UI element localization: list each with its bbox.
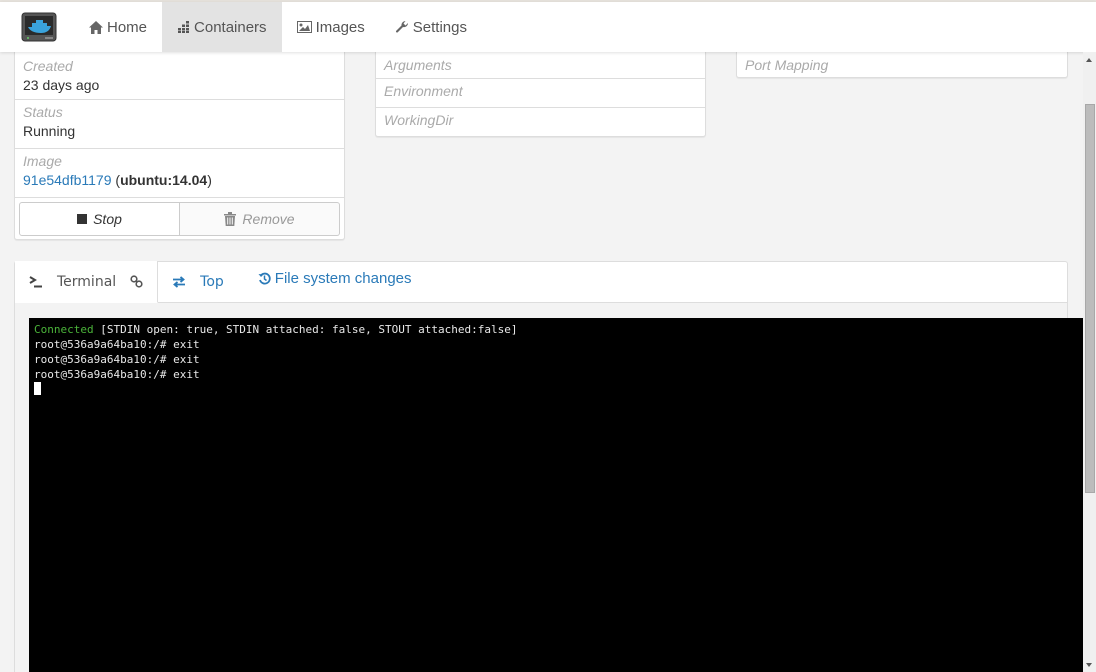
action-buttons: Stop Remove xyxy=(15,198,344,240)
image-row: Image 91e54dfb1179 (ubuntu:14.04) xyxy=(15,149,344,198)
containers-icon xyxy=(177,21,190,33)
remove-button[interactable]: Remove xyxy=(180,202,340,236)
nav-settings[interactable]: Settings xyxy=(380,2,482,52)
terminal-icon xyxy=(29,275,43,288)
workingdir-label: WorkingDir xyxy=(384,112,454,128)
stop-icon xyxy=(77,214,88,224)
scroll-up-arrow-icon[interactable] xyxy=(1086,58,1092,62)
environment-row: Environment xyxy=(376,79,705,108)
nav-settings-label: Settings xyxy=(412,18,467,36)
status-label: Status xyxy=(23,104,63,120)
tab-top-label: Top xyxy=(200,273,224,290)
nav-images[interactable]: Images xyxy=(282,2,380,52)
image-icon xyxy=(296,21,312,33)
home-icon xyxy=(89,20,103,34)
nav-home-label: Home xyxy=(107,18,148,36)
terminal-status-line: [STDIN open: true, STDIN attached: false… xyxy=(93,323,518,336)
terminal-console[interactable]: Connected [STDIN open: true, STDIN attac… xyxy=(29,318,1083,672)
nav-containers-label: Containers xyxy=(194,18,267,36)
exchange-icon xyxy=(172,275,186,288)
environment-label: Environment xyxy=(384,83,463,99)
image-paren-close: ) xyxy=(207,172,212,188)
tab-terminal-label: Terminal xyxy=(57,273,117,290)
tab-file-system-changes[interactable]: File system changes xyxy=(238,261,432,302)
created-value: 23 days ago xyxy=(23,77,100,93)
nav-home[interactable]: Home xyxy=(74,2,162,52)
workingdir-row: WorkingDir xyxy=(376,108,705,136)
arguments-label: Arguments xyxy=(384,57,452,73)
nav-containers[interactable]: Containers xyxy=(162,2,282,52)
terminal-line: root@536a9a64ba10:/# exit xyxy=(34,338,200,351)
image-tag: ubuntu:14.04 xyxy=(120,172,208,188)
wrench-icon xyxy=(395,20,409,34)
tab-file-system-changes-label: File system changes xyxy=(274,270,412,287)
docker-monitor-logo[interactable] xyxy=(8,2,70,52)
history-icon xyxy=(258,272,271,285)
terminal-line: root@536a9a64ba10:/# exit xyxy=(34,353,200,366)
scrollbar-thumb[interactable] xyxy=(1085,104,1095,493)
scroll-down-arrow-icon[interactable] xyxy=(1086,663,1092,667)
image-id-link[interactable]: 91e54dfb1179 xyxy=(23,172,112,188)
link-icon[interactable] xyxy=(130,275,143,288)
stop-button[interactable]: Stop xyxy=(19,202,180,236)
image-paren-open: ( xyxy=(111,172,121,188)
terminal-cursor xyxy=(34,382,41,395)
navbar: Home Containers Images Settings xyxy=(0,2,1096,52)
tab-bar: Terminal Top File system changes xyxy=(15,261,1067,303)
terminal-connected-status: Connected xyxy=(34,323,94,336)
port-mapping-label: Port Mapping xyxy=(745,57,829,73)
stop-label: Stop xyxy=(93,211,122,227)
status-value: Running xyxy=(23,123,76,139)
container-details-panel: Created 23 days ago Status Running Image… xyxy=(14,40,345,240)
trash-icon xyxy=(224,212,237,226)
tab-terminal[interactable]: Terminal xyxy=(15,261,159,303)
image-value: 91e54dfb1179 (ubuntu:14.04) xyxy=(23,170,336,190)
created-label: Created xyxy=(23,58,73,74)
tab-top[interactable]: Top xyxy=(158,261,238,302)
config-panel: Arguments Environment WorkingDir xyxy=(375,40,706,137)
image-label: Image xyxy=(23,153,62,169)
status-row: Status Running xyxy=(15,100,344,149)
page-scrollbar[interactable] xyxy=(1083,52,1096,672)
remove-label: Remove xyxy=(242,211,295,227)
terminal-line: root@536a9a64ba10:/# exit xyxy=(34,368,200,381)
nav-images-label: Images xyxy=(315,18,365,36)
